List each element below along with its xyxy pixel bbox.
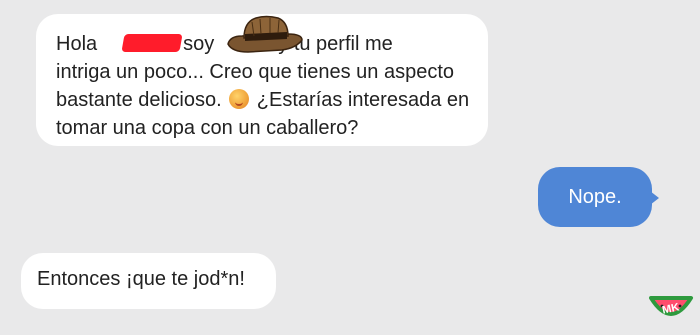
message-text: bastante delicioso. — [56, 89, 222, 111]
message-line: intriga un poco... Creo que tienes un as… — [56, 61, 455, 83]
message-text: Hola — [56, 33, 98, 55]
message-text: Entonces ¡que te jod*n! — [37, 268, 245, 290]
outgoing-message-bubble: Nope. — [538, 167, 659, 227]
bubble-tail — [650, 191, 659, 205]
redacted-name-mark — [121, 34, 183, 52]
message-text: ¿Estarías interesada en — [256, 89, 470, 111]
fedora-hat-icon — [227, 15, 303, 53]
message-text: soy — [183, 33, 215, 55]
incoming-message-bubble: Entonces ¡que te jod*n! — [21, 253, 276, 309]
message-text: Nope. — [568, 186, 622, 208]
message-line: tomar una copa con un caballero? — [56, 117, 359, 139]
smiling-face-emoji-icon — [229, 89, 250, 109]
message-line: bastante delicioso. ¿Estarías interesada… — [56, 86, 470, 114]
watermelon-logo-icon: MK — [649, 296, 693, 317]
